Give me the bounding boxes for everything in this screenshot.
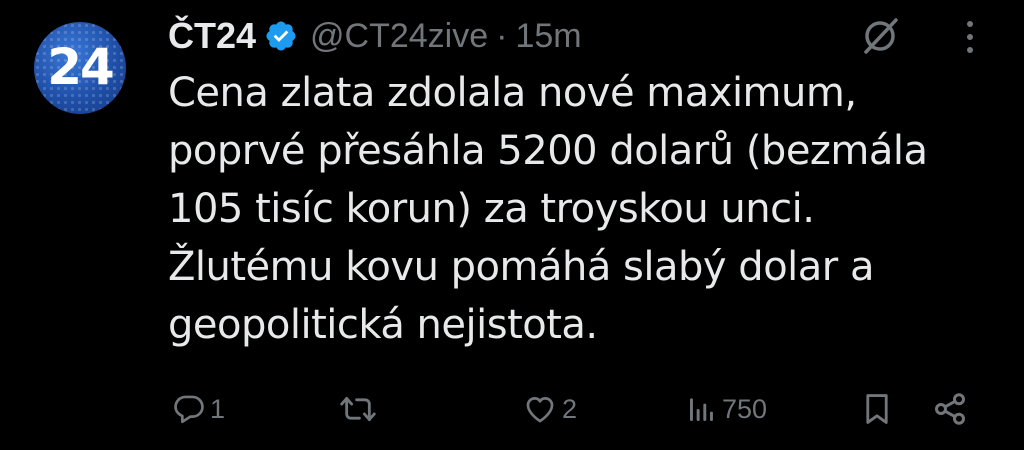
tweet-timestamp[interactable]: 15m — [515, 17, 581, 56]
like-button[interactable]: 2 — [522, 386, 577, 432]
tweet[interactable]: 24 ČT24 @CT24zive · 15m Cena zlata zdola… — [0, 0, 1024, 450]
views-icon — [686, 392, 718, 426]
views-button[interactable]: 750 — [686, 386, 767, 432]
bookmark-button[interactable] — [860, 386, 894, 432]
bookmark-icon — [860, 391, 894, 427]
reply-icon — [172, 392, 206, 426]
reply-count: 1 — [210, 393, 226, 424]
avatar-logo-text: 24 — [47, 38, 115, 96]
tweet-actions: 1 2 750 — [0, 386, 1024, 432]
retweet-icon — [338, 392, 378, 426]
author-handle[interactable]: @CT24zive — [310, 17, 488, 56]
verified-badge-icon[interactable] — [264, 19, 298, 53]
tweet-header: ČT24 @CT24zive · 15m — [168, 12, 582, 60]
tweet-text: Cena zlata zdolala nové maximum, poprvé … — [168, 70, 928, 348]
more-icon[interactable] — [958, 16, 982, 58]
avatar[interactable]: 24 — [34, 22, 126, 114]
grok-icon[interactable] — [858, 14, 902, 58]
share-icon — [930, 391, 970, 427]
views-count: 750 — [722, 393, 768, 424]
like-icon — [522, 392, 558, 426]
retweet-button[interactable] — [338, 386, 382, 432]
like-count: 2 — [562, 393, 578, 424]
author-display-name[interactable]: ČT24 — [168, 15, 256, 57]
header-separator: · — [496, 16, 508, 55]
reply-button[interactable]: 1 — [172, 386, 225, 432]
share-button[interactable] — [930, 386, 970, 432]
